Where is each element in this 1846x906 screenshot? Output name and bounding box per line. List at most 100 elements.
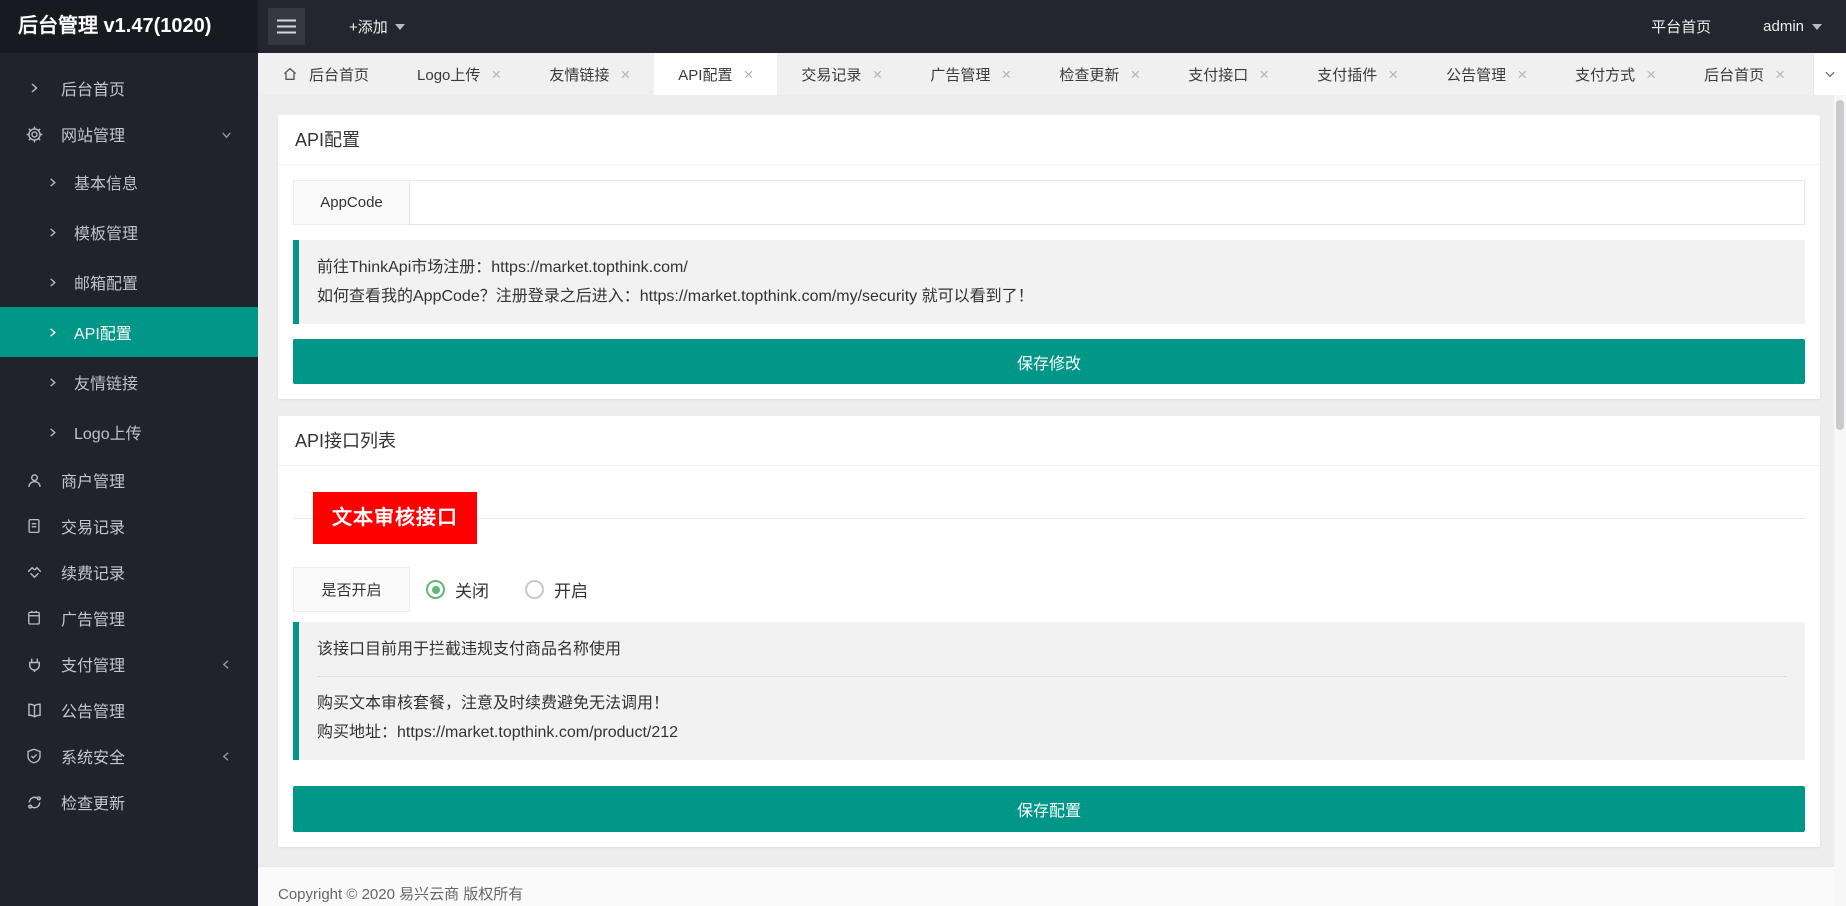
chevron-down-icon <box>220 128 233 141</box>
notebook-icon <box>24 609 44 627</box>
close-icon[interactable]: × <box>1775 66 1785 83</box>
sidebar-item-payment[interactable]: 支付管理 <box>0 641 258 687</box>
chevron-left-icon <box>220 750 233 763</box>
radio-option-open[interactable]: 开启 <box>525 577 588 602</box>
sidebar-item-label: 公告管理 <box>61 698 125 722</box>
gear-icon <box>24 125 44 144</box>
close-icon[interactable]: × <box>1001 66 1011 83</box>
sidebar-item-email-config[interactable]: 邮箱配置 <box>0 257 258 307</box>
shield-icon <box>24 747 44 765</box>
sidebar-item-label: 续费记录 <box>61 560 125 584</box>
radio-group: 关闭 开启 <box>426 577 588 602</box>
sidebar-item-template[interactable]: 模板管理 <box>0 207 258 257</box>
divider <box>293 518 1805 519</box>
save-changes-button[interactable]: 保存修改 <box>293 339 1805 384</box>
handshake-icon <box>24 563 44 582</box>
radio-option-close[interactable]: 关闭 <box>426 577 489 602</box>
menu-toggle-button[interactable] <box>268 8 305 45</box>
platform-home-link[interactable]: 平台首页 <box>1651 16 1711 37</box>
tab-label: 支付接口 <box>1188 64 1248 85</box>
sidebar-item-transactions[interactable]: 交易记录 <box>0 503 258 549</box>
tab-transactions[interactable]: 交易记录 × <box>777 53 906 95</box>
close-icon[interactable]: × <box>620 66 630 83</box>
caret-down-icon <box>1812 24 1822 30</box>
sidebar-item-merchants[interactable]: 商户管理 <box>0 457 258 503</box>
username: admin <box>1763 18 1804 35</box>
header: 后台管理 v1.47(1020) +添加 平台首页 admin <box>0 0 1846 53</box>
close-icon[interactable]: × <box>1517 66 1527 83</box>
chevron-right-icon <box>45 327 59 338</box>
radio-checked-icon <box>426 580 445 599</box>
tab-logo-upload[interactable]: Logo上传 × <box>393 53 525 95</box>
chevron-left-icon <box>220 658 233 671</box>
sidebar-item-label: 邮箱配置 <box>74 270 138 294</box>
sidebar-item-api-config[interactable]: API配置 <box>0 307 258 357</box>
sidebar-item-label: 支付管理 <box>61 652 125 676</box>
close-icon[interactable]: × <box>491 66 501 83</box>
close-icon[interactable]: × <box>1130 66 1140 83</box>
sidebar-item-friend-links[interactable]: 友情链接 <box>0 357 258 407</box>
tab-list-dropdown-button[interactable] <box>1813 53 1846 95</box>
tab-home[interactable]: 后台首页 <box>258 53 393 95</box>
sidebar-item-label: 广告管理 <box>61 606 125 630</box>
home-icon <box>282 66 298 82</box>
tab-label: API配置 <box>678 64 732 85</box>
close-icon[interactable]: × <box>872 66 882 83</box>
chevron-right-icon <box>45 177 59 188</box>
tab-label: 检查更新 <box>1059 64 1119 85</box>
tab-payment-api[interactable]: 支付接口 × <box>1164 53 1293 95</box>
tab-label: 支付插件 <box>1317 64 1377 85</box>
user-menu[interactable]: admin <box>1763 18 1822 35</box>
tab-label: 公告管理 <box>1446 64 1506 85</box>
sidebar-item-dashboard[interactable]: 后台首页 <box>0 65 258 111</box>
sidebar-item-label: Logo上传 <box>74 420 142 444</box>
scrollbar-track[interactable] <box>1834 95 1846 906</box>
tab-label: 交易记录 <box>801 64 861 85</box>
card-title: API配置 <box>278 115 1820 165</box>
sidebar-item-label: 后台首页 <box>61 76 125 100</box>
sidebar-item-announcements[interactable]: 公告管理 <box>0 687 258 733</box>
hamburger-icon <box>277 19 296 34</box>
sidebar-item-logo-upload[interactable]: Logo上传 <box>0 407 258 457</box>
document-icon <box>24 517 44 535</box>
chevron-right-icon <box>45 277 59 288</box>
card-body: 文本审核接口 是否开启 关闭 开启 该接口目前用于拦截违规支付商品名称使用 <box>278 466 1820 847</box>
tab-label: 后台首页 <box>309 64 369 85</box>
sidebar-item-security[interactable]: 系统安全 <box>0 733 258 779</box>
note-line: 前往ThinkApi市场注册：https://market.topthink.c… <box>317 253 1787 282</box>
chevron-down-icon <box>1823 67 1837 81</box>
close-icon[interactable]: × <box>743 66 753 83</box>
add-button[interactable]: +添加 <box>349 16 405 37</box>
tab-payment-methods[interactable]: 支付方式 × <box>1551 53 1680 95</box>
tab-friend-links[interactable]: 友情链接 × <box>525 53 654 95</box>
note-line: 如何查看我的AppCode？注册登录之后进入：https://market.to… <box>317 282 1787 311</box>
sidebar-item-renewals[interactable]: 续费记录 <box>0 549 258 595</box>
tab-label: 支付方式 <box>1575 64 1635 85</box>
book-icon <box>24 701 44 720</box>
chevron-right-icon <box>45 377 59 388</box>
scrollbar-thumb[interactable] <box>1836 100 1844 430</box>
appcode-row: AppCode <box>293 180 1805 225</box>
sidebar-item-ads[interactable]: 广告管理 <box>0 595 258 641</box>
tab-api-config[interactable]: API配置 × <box>654 53 777 95</box>
close-icon[interactable]: × <box>1259 66 1269 83</box>
sidebar-item-label: 交易记录 <box>61 514 125 538</box>
tab-check-update[interactable]: 检查更新 × <box>1035 53 1164 95</box>
close-icon[interactable]: × <box>1388 66 1398 83</box>
enable-label: 是否开启 <box>293 567 410 612</box>
caret-down-icon <box>395 24 405 30</box>
sidebar: 后台首页 网站管理 基本信息 模板管理 邮箱配置 API配置 友情链接 Logo… <box>0 53 258 906</box>
close-icon[interactable]: × <box>1646 66 1656 83</box>
tab-ads[interactable]: 广告管理 × <box>906 53 1035 95</box>
sync-icon <box>24 793 44 812</box>
save-config-button[interactable]: 保存配置 <box>293 786 1805 832</box>
divider <box>317 676 1787 677</box>
sidebar-item-site-management[interactable]: 网站管理 <box>0 111 258 157</box>
sidebar-item-check-update[interactable]: 检查更新 <box>0 779 258 825</box>
appcode-input[interactable] <box>409 180 1805 225</box>
tab-announcements[interactable]: 公告管理 × <box>1422 53 1551 95</box>
tab-home-2[interactable]: 后台首页 × <box>1680 53 1809 95</box>
tab-label: Logo上传 <box>417 64 480 85</box>
tab-payment-plugin[interactable]: 支付插件 × <box>1293 53 1422 95</box>
sidebar-item-basic-info[interactable]: 基本信息 <box>0 157 258 207</box>
